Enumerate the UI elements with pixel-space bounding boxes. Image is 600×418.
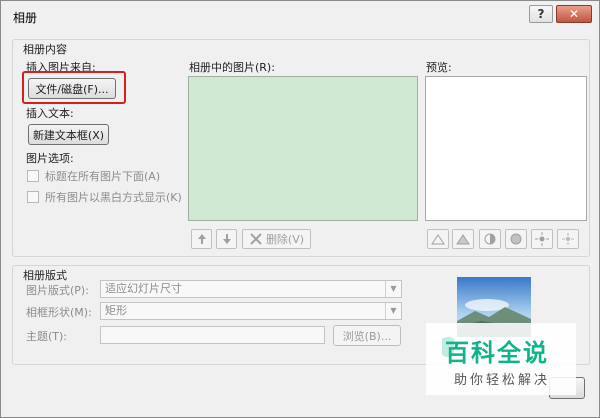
watermark-overlay: 百科全说 助你轻松解决 [426, 323, 576, 395]
arrow-down-icon [222, 234, 231, 244]
theme-input[interactable] [100, 326, 325, 344]
photo-album-dialog: 相册 ? ✕ 相册内容 插入图片来自: 文件/磁盘(F)... 插入文本: 新建… [0, 0, 600, 418]
frame-shape-select[interactable]: 矩形 ▼ [100, 302, 402, 320]
frame-shape-value: 矩形 [105, 304, 127, 317]
rotate-left-button[interactable] [427, 229, 449, 249]
new-textbox-button[interactable]: 新建文本框(X) [28, 124, 109, 145]
chevron-down-icon: ▼ [385, 281, 401, 297]
highlight-box [22, 71, 126, 104]
preview-pane [425, 76, 587, 221]
black-white-checkbox[interactable] [27, 191, 39, 203]
black-white-label: 所有图片以黑白方式显示(K) [45, 191, 182, 204]
pictures-in-album-label: 相册中的图片(R): [189, 61, 275, 74]
rotate-left-icon [431, 234, 445, 245]
rotate-right-button[interactable] [452, 229, 474, 249]
browse-button[interactable]: 浏览(B)... [333, 325, 401, 346]
chevron-down-icon: ▼ [385, 303, 401, 319]
rotate-right-icon [456, 234, 470, 245]
picture-options-label: 图片选项: [26, 152, 74, 165]
brightness-down-icon [562, 233, 574, 245]
help-button[interactable]: ? [529, 5, 553, 23]
title-bar: 相册 ? ✕ [1, 1, 599, 31]
window-title: 相册 [13, 11, 38, 25]
captions-below-checkbox[interactable] [27, 170, 39, 182]
picture-layout-label: 图片版式(P): [26, 284, 89, 297]
contrast-up-button[interactable] [479, 229, 501, 249]
move-down-button[interactable] [216, 229, 237, 249]
picture-layout-value: 适应幻灯片尺寸 [105, 282, 182, 295]
contrast-down-button[interactable] [505, 229, 527, 249]
brightness-down-button[interactable] [557, 229, 579, 249]
watermark-big-text: 百科全说 [445, 339, 549, 367]
preview-label: 预览: [426, 61, 452, 74]
watermark-small-text: 助你轻松解决 [454, 373, 551, 388]
arrow-up-icon [197, 234, 206, 244]
pictures-in-album-list[interactable] [188, 76, 418, 221]
theme-label: 主题(T): [26, 330, 68, 343]
frame-shape-label: 相框形状(M): [26, 306, 92, 319]
captions-below-label: 标题在所有图片下面(A) [45, 170, 161, 183]
insert-text-label: 插入文本: [26, 107, 74, 120]
album-content-label: 相册内容 [23, 43, 67, 56]
picture-layout-select[interactable]: 适应幻灯片尺寸 ▼ [100, 280, 402, 298]
brightness-up-icon [535, 232, 549, 246]
album-layout-label: 相册版式 [23, 269, 67, 282]
move-up-button[interactable] [191, 229, 212, 249]
remove-button[interactable]: 删除(V) [242, 229, 311, 249]
close-button[interactable]: ✕ [556, 5, 592, 23]
remove-button-label: 删除(V) [265, 233, 305, 246]
delete-x-icon [250, 233, 262, 245]
contrast-down-icon [510, 233, 522, 245]
brightness-up-button[interactable] [531, 229, 553, 249]
contrast-up-icon [484, 233, 496, 245]
